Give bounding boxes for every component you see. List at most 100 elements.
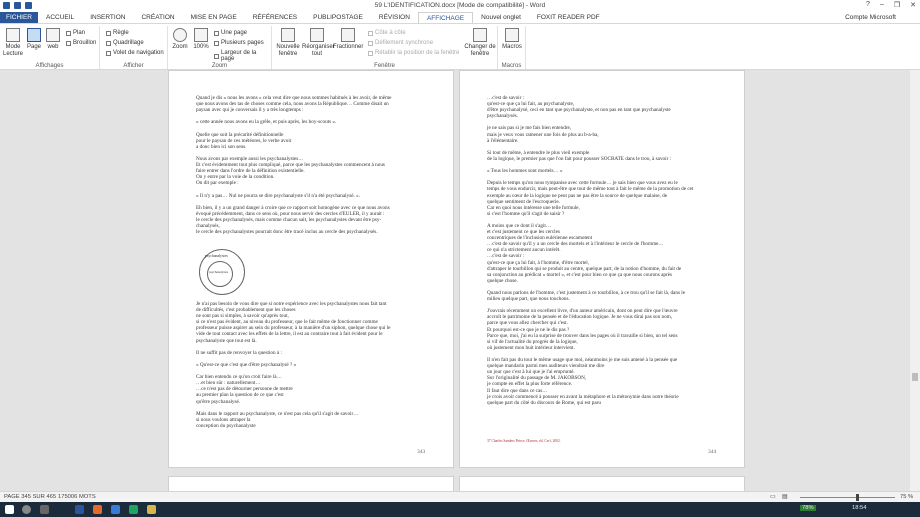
tab-mise-en-page[interactable]: MISE EN PAGE xyxy=(183,12,245,23)
web-view-button[interactable]: web xyxy=(45,28,61,51)
circle-label-outer: psychanalystes xyxy=(205,254,228,258)
page-344[interactable]: …c'est de savoir : qu'est-ce que ça lui … xyxy=(459,70,745,468)
browser-icon[interactable] xyxy=(93,505,102,514)
tab-publipostage[interactable]: PUBLIPOSTAGE xyxy=(305,12,371,23)
page-text: …c'est de savoir : qu'est-ce que ça lui … xyxy=(487,95,694,406)
group-label-zoom: Zoom xyxy=(211,63,228,69)
largeur-page-button[interactable]: Largeur de la page xyxy=(214,50,271,62)
page-view-button[interactable]: Page xyxy=(26,28,42,51)
cote-a-cote-button[interactable]: Côte à côte xyxy=(368,30,406,36)
folder-icon[interactable] xyxy=(111,505,120,514)
plusieurs-pages-button[interactable]: Plusieurs pages xyxy=(214,40,264,46)
reading-mode-icon xyxy=(6,28,20,42)
footnote: 37 Charles Sanders Peirce, Œuvres, éd. C… xyxy=(487,439,561,443)
page-345[interactable] xyxy=(168,476,454,491)
une-page-button[interactable]: Une page xyxy=(214,30,247,36)
macros-icon xyxy=(505,28,519,42)
search-icon[interactable] xyxy=(22,505,31,514)
group-label-affichages: Affichages xyxy=(35,63,64,69)
checkbox-icon xyxy=(106,50,111,56)
checkbox-icon xyxy=(106,30,111,36)
group-label-fenetre: Fenêtre xyxy=(374,63,395,69)
brouillon-button[interactable]: Brouillon xyxy=(66,40,96,46)
web-layout-icon xyxy=(46,28,60,42)
tab-foxit-reader-pdf[interactable]: FOXIT READER PDF xyxy=(529,12,608,23)
zoom-slider[interactable] xyxy=(800,497,895,498)
reorganiser-tout-button[interactable]: Réorganiser tout xyxy=(302,28,335,58)
tab-nouvel-onglet[interactable]: Nouvel onglet xyxy=(473,12,529,23)
tab-creation[interactable]: CRÉATION xyxy=(133,12,182,23)
group-label-macros: Macros xyxy=(501,63,522,69)
group-zoom: Zoom 100% Une page Plusieurs pages Large… xyxy=(168,26,272,69)
tab-fichier[interactable]: FICHIER xyxy=(0,12,38,23)
page-text: Quand je dis « nous les avons » cela veu… xyxy=(196,95,392,236)
macros-button[interactable]: Macros xyxy=(502,28,522,51)
word-taskbar-icon[interactable] xyxy=(75,505,84,514)
page-343[interactable]: Quand je dis « nous les avons » cela veu… xyxy=(168,70,454,468)
zoom-slider-handle[interactable] xyxy=(856,494,859,501)
ribbon: Mode Lecture Page web Plan Brouillon Aff… xyxy=(0,23,920,70)
tab-affichage[interactable]: AFFICHAGE xyxy=(417,12,474,23)
group-afficher: Règle Quadrillage Volet de navigation Af… xyxy=(100,26,168,69)
side-by-side-icon xyxy=(368,30,373,36)
read-mode-icon[interactable]: ▭ xyxy=(770,494,775,500)
task-view-icon[interactable] xyxy=(40,505,49,514)
page-346[interactable] xyxy=(459,476,745,491)
zoom-level[interactable]: 75 % xyxy=(900,494,913,500)
clock[interactable]: 18:54 xyxy=(852,505,867,511)
close-button[interactable]: ✕ xyxy=(910,1,916,9)
outline-icon xyxy=(66,30,71,36)
word-count[interactable]: 175006 MOTS xyxy=(58,494,96,500)
tab-insertion[interactable]: INSERTION xyxy=(82,12,133,23)
scrollbar-thumb[interactable] xyxy=(912,373,918,381)
group-fenetre: Nouvelle fenêtre Réorganiser tout Fracti… xyxy=(272,26,498,69)
document-area[interactable]: Quand je dis « nous les avons » cela veu… xyxy=(0,70,910,491)
title-bar: 59 L'IDENTIFICATION.docx [Mode de compat… xyxy=(0,0,920,12)
plan-button[interactable]: Plan xyxy=(66,30,85,36)
windows-start-icon[interactable] xyxy=(5,505,14,514)
window-controls: ? – ❐ ✕ xyxy=(866,1,916,9)
battery-indicator[interactable]: 78% xyxy=(800,505,816,511)
split-icon xyxy=(341,28,355,42)
vertical-scrollbar[interactable] xyxy=(910,70,920,491)
defilement-synchrone-button[interactable]: Défilement synchrone xyxy=(368,40,433,46)
retablir-position-button[interactable]: Rétablir la position de la fenêtre xyxy=(368,50,459,56)
arrange-all-icon xyxy=(310,28,324,42)
page-layout-icon xyxy=(27,28,41,42)
zoom-100-button[interactable]: 100% xyxy=(192,28,210,51)
group-label-afficher: Afficher xyxy=(123,63,144,69)
switch-windows-icon xyxy=(473,28,487,42)
ribbon-tabs: FICHIER ACCUEIL INSERTION CRÉATION MISE … xyxy=(0,12,920,23)
app-icon[interactable] xyxy=(129,505,138,514)
mode-lecture-button[interactable]: Mode Lecture xyxy=(2,28,24,58)
page-number: 343 xyxy=(417,449,426,455)
group-macros: Macros Macros xyxy=(498,26,526,69)
minimize-button[interactable]: – xyxy=(880,1,884,9)
print-layout-icon[interactable]: ▤ xyxy=(782,494,787,500)
tab-accueil[interactable]: ACCUEIL xyxy=(38,12,82,23)
help-button[interactable]: ? xyxy=(866,1,870,9)
changer-fenetre-button[interactable]: Changer de fenêtre xyxy=(464,28,496,58)
reset-window-icon xyxy=(368,50,373,56)
page-indicator[interactable]: PAGE 345 SUR 465 xyxy=(4,494,56,500)
tab-references[interactable]: RÉFÉRENCES xyxy=(245,12,305,23)
restore-button[interactable]: ❐ xyxy=(894,1,900,9)
volet-navigation-checkbox[interactable]: Volet de navigation xyxy=(106,50,164,56)
nouvelle-fenetre-button[interactable]: Nouvelle fenêtre xyxy=(275,28,301,58)
fractionner-button[interactable]: Fractionner xyxy=(333,28,363,51)
new-window-icon xyxy=(281,28,295,42)
multiple-pages-icon xyxy=(214,40,219,46)
circle-label-inner: psychanalystes xyxy=(209,270,229,274)
account-link[interactable]: Compte Microsoft xyxy=(845,12,896,23)
app-icon[interactable] xyxy=(147,505,156,514)
quadrillage-checkbox[interactable]: Quadrillage xyxy=(106,40,144,46)
regle-checkbox[interactable]: Règle xyxy=(106,30,129,36)
tab-revision[interactable]: RÉVISION xyxy=(371,12,418,23)
magnifier-icon xyxy=(173,28,187,42)
group-affichages: Mode Lecture Page web Plan Brouillon Aff… xyxy=(0,26,100,69)
page-width-icon xyxy=(214,53,219,59)
taskbar: 78% 18:54 xyxy=(0,502,920,517)
sync-scroll-icon xyxy=(368,40,373,46)
page-text-continued: Je n'ai pas besoin de vous dire que si n… xyxy=(196,301,391,429)
zoom-button[interactable]: Zoom xyxy=(172,28,188,51)
